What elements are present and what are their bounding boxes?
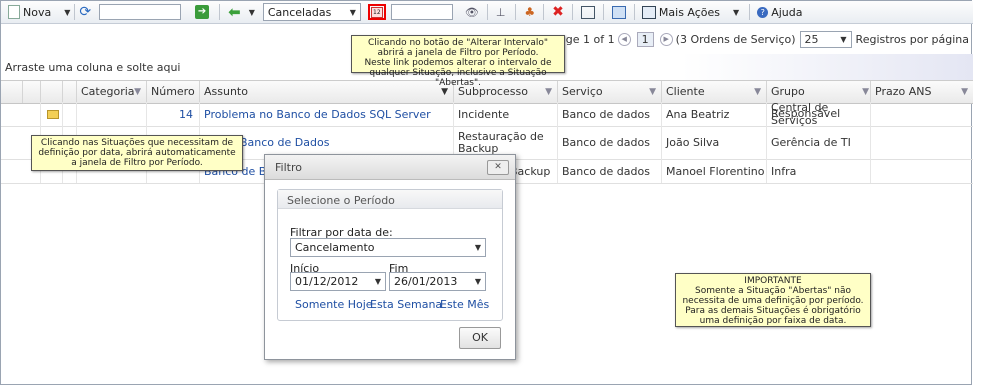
envelope-icon [47,109,59,119]
view-icon[interactable]: 👁 [465,6,479,19]
page-size-select[interactable]: 25 ▼ [799,31,852,48]
page-number-button[interactable]: 1 [636,32,654,47]
filter-dialog: Filtro ✕ Selecione o Período Filtrar por… [264,154,516,360]
help-icon: ? [757,6,769,18]
filter-icon[interactable]: ▼ [134,81,141,103]
change-interval-button[interactable]: 12 [367,4,386,20]
cell-assunto[interactable]: Problema no Banco de Dados SQL Server [200,102,454,126]
search-input[interactable] [99,4,182,20]
chart-icon [641,5,656,19]
status-filter-select[interactable]: Canceladas ▼ [262,3,361,21]
more-actions-caret[interactable]: ▼ [733,8,739,17]
refresh-icon[interactable]: ⟳ [79,5,91,19]
new-dropdown-caret[interactable]: ▼ [64,8,70,17]
filter-icon[interactable]: ▼ [862,81,869,103]
col-header-cliente[interactable]: Cliente ▼ [662,81,767,103]
col-header-servico[interactable]: Serviço ▼ [558,81,662,103]
delete-icon[interactable]: ✖ [552,4,564,20]
col-expand [1,81,23,103]
period-fieldset: Selecione o Período Filtrar por data de:… [277,189,503,321]
calendar-icon: 12 [370,6,383,18]
group-by-hint: Arraste uma coluna e solte aqui [5,61,181,74]
filter-icon[interactable]: ▼ [961,81,968,103]
new-button[interactable]: Nova [5,2,54,22]
go-arrow-icon[interactable]: ➔ [195,5,210,19]
col-mark [63,81,77,103]
date-input[interactable] [390,4,453,20]
col-header-numero[interactable]: Número [147,81,200,103]
this-month-link[interactable]: Este Mês [440,298,489,311]
pager: Page 1 of 1 ◀ 1 ▶ (3 Ordens de Serviço) … [553,31,971,48]
dialog-title: Filtro [275,161,302,174]
dialog-titlebar: Filtro ✕ [265,155,515,180]
layout-icon[interactable] [580,5,595,19]
filter-icon[interactable]: ▼ [545,81,552,103]
col-icon [23,81,41,103]
hierarchy-icon[interactable]: ⊥ [496,6,506,19]
filter-icon[interactable]: ▼ [649,81,656,103]
user-action-icon[interactable]: ♣ [524,5,535,19]
interval-tooltip: Clicando no botão de "Alterar Intervalo"… [351,35,565,88]
filter-icon[interactable]: ▼ [754,81,761,103]
more-actions-button[interactable]: Mais Ações [639,2,723,22]
situations-tooltip: Clicando nas Situações que necessitam de… [31,135,243,171]
toolbar: Nova ▼ ⟳ ➔ ⬅ ▼ Canceladas ▼ 12 👁 ⊥ ♣ ✖ Ma… [1,1,973,24]
prev-page-icon[interactable]: ◀ [617,33,631,46]
col-header-categoria[interactable]: Categoria ▼ [77,81,147,103]
app-frame: Nova ▼ ⟳ ➔ ⬅ ▼ Canceladas ▼ 12 👁 ⊥ ♣ ✖ Ma… [0,0,973,385]
important-note: IMPORTANTE Somente a Situação "Abertas" … [675,273,871,327]
end-date-picker[interactable]: 26/01/2013 ▼ [389,272,486,291]
per-page-label: Registros por página [855,33,969,46]
filter-date-select[interactable]: Cancelamento ▼ [290,238,486,257]
record-count: (3 Ordens de Serviço) [675,33,796,46]
col-flag [41,81,63,103]
back-arrow-icon[interactable]: ⬅ [228,3,241,21]
col-header-prazo[interactable]: Prazo ANS ▼ [871,81,973,103]
start-date-picker[interactable]: 01/12/2012 ▼ [290,272,386,291]
period-section-title: Selecione o Período [278,190,502,209]
today-link[interactable]: Somente Hoje [295,298,373,311]
col-header-assunto[interactable]: Assunto ▼ [200,81,454,103]
cell-numero[interactable]: 14 [147,102,200,126]
close-icon[interactable]: ✕ [487,160,509,175]
col-header-grupo[interactable]: Grupo Responsável ▼ [767,81,871,120]
ok-button[interactable]: OK [459,327,501,349]
window-icon[interactable] [611,5,626,19]
table-row[interactable]: 14 Problema no Banco de Dados SQL Server… [1,101,973,127]
back-dropdown-caret[interactable]: ▼ [249,8,255,17]
new-document-icon [8,5,20,19]
this-week-link[interactable]: Esta Semana [370,298,442,311]
help-button[interactable]: ? Ajuda [754,2,805,22]
next-page-icon[interactable]: ▶ [659,33,673,46]
